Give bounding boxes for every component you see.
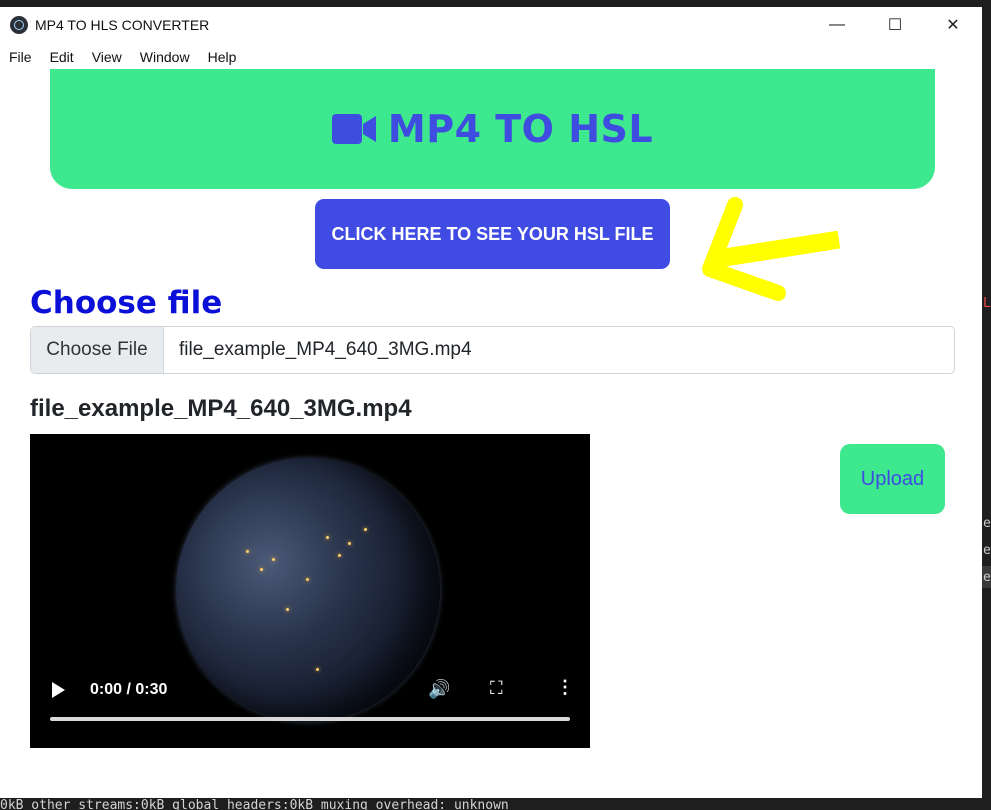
background-text-fragment: L xyxy=(983,296,991,311)
play-icon[interactable] xyxy=(52,682,65,698)
video-progress-bar[interactable] xyxy=(50,717,570,721)
file-input-value: file_example_MP4_640_3MG.mp4 xyxy=(179,339,472,360)
video-controls: 0:00 / 0:30 🔊 ⛶ ⋮ xyxy=(30,670,590,730)
title-bar: MP4 TO HLS CONVERTER — ☐ ✕ xyxy=(0,7,982,43)
app-window: MP4 TO HLS CONVERTER — ☐ ✕ File Edit Vie… xyxy=(0,7,982,798)
volume-icon[interactable]: 🔊 xyxy=(428,679,450,700)
menu-bar: File Edit View Window Help xyxy=(0,45,245,69)
choose-file-heading: Choose file xyxy=(30,285,223,321)
close-button[interactable]: ✕ xyxy=(924,7,982,43)
banner-title: MP4 TO HSL xyxy=(387,107,654,151)
selected-file-label: file_example_MP4_640_3MG.mp4 xyxy=(30,395,412,422)
background-text-fragment: e xyxy=(983,543,991,558)
video-player[interactable]: 0:00 / 0:30 🔊 ⛶ ⋮ xyxy=(30,434,590,748)
video-camera-icon xyxy=(331,114,376,144)
window-controls: — ☐ ✕ xyxy=(808,7,982,43)
header-banner: MP4 TO HSL xyxy=(50,69,935,189)
video-time: 0:00 / 0:30 xyxy=(90,681,168,698)
menu-window[interactable]: Window xyxy=(131,49,199,65)
app-icon xyxy=(10,16,28,34)
minimize-button[interactable]: — xyxy=(808,7,866,43)
menu-edit[interactable]: Edit xyxy=(41,49,83,65)
window-title: MP4 TO HLS CONVERTER xyxy=(35,17,210,33)
background-terminal: 0kB other streams:0kB global headers:0kB… xyxy=(0,798,991,810)
menu-help[interactable]: Help xyxy=(199,49,246,65)
fullscreen-icon[interactable]: ⛶ xyxy=(490,678,503,699)
more-options-icon[interactable]: ⋮ xyxy=(556,677,574,698)
terminal-line: 0kB other streams:0kB global headers:0kB… xyxy=(0,798,509,810)
file-input[interactable]: Choose File file_example_MP4_640_3MG.mp4 xyxy=(30,326,955,374)
background-text-fragment: e xyxy=(983,570,991,585)
see-hsl-file-button[interactable]: CLICK HERE TO SEE YOUR HSL FILE xyxy=(315,199,670,269)
menu-file[interactable]: File xyxy=(0,49,41,65)
maximize-button[interactable]: ☐ xyxy=(866,7,924,43)
background-text-fragment: e xyxy=(983,516,991,531)
arrow-annotation-icon xyxy=(702,197,840,301)
choose-file-button[interactable]: Choose File xyxy=(31,327,164,373)
background-editor-strip: L e e e xyxy=(982,0,991,798)
menu-view[interactable]: View xyxy=(83,49,131,65)
banner-title-group: MP4 TO HSL xyxy=(331,107,654,151)
upload-button[interactable]: Upload xyxy=(840,444,945,514)
